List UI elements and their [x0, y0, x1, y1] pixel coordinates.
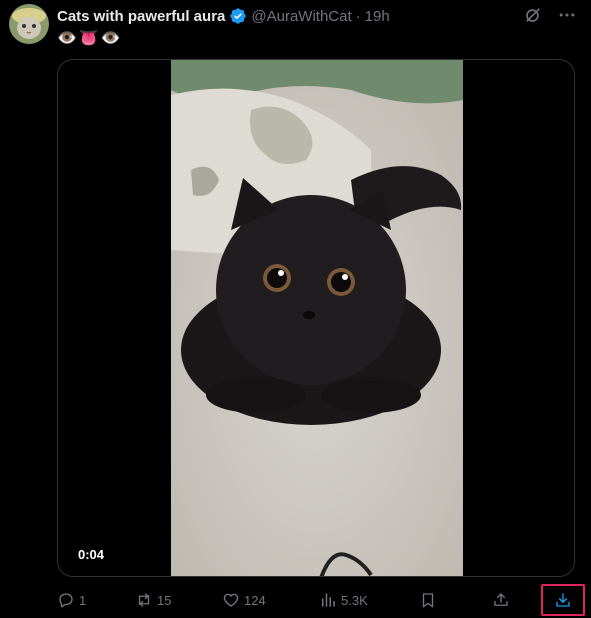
- bookmark-button[interactable]: [419, 585, 437, 615]
- repost-button[interactable]: 15: [135, 585, 171, 615]
- timestamp[interactable]: 19h: [365, 8, 390, 25]
- video-player[interactable]: 0:04: [57, 59, 575, 577]
- video-duration: 0:04: [78, 547, 105, 562]
- reply-count: 1: [79, 592, 87, 608]
- download-icon: [554, 591, 572, 609]
- views-icon: [319, 591, 337, 609]
- views-count: 5.3K: [341, 592, 368, 608]
- more-icon[interactable]: [557, 5, 577, 25]
- video-frame[interactable]: [171, 60, 463, 576]
- heart-icon: [222, 591, 240, 609]
- reply-button[interactable]: 1: [57, 585, 86, 615]
- verified-badge-icon[interactable]: [229, 7, 247, 25]
- views-button[interactable]: 5.3K: [319, 585, 368, 615]
- display-name[interactable]: Cats with pawerful aura: [57, 8, 225, 25]
- like-button[interactable]: 124: [222, 585, 266, 615]
- repost-count: 15: [157, 592, 172, 608]
- download-button[interactable]: [541, 584, 585, 616]
- separator-dot: ·: [355, 7, 361, 25]
- share-icon: [492, 591, 510, 609]
- top-actions: [523, 5, 577, 25]
- action-bar: 1 15 124 5.3K: [57, 584, 587, 616]
- avatar[interactable]: [9, 4, 49, 44]
- share-button[interactable]: [492, 585, 510, 615]
- user-handle[interactable]: @AuraWithCat: [251, 8, 351, 25]
- repost-icon: [135, 591, 153, 609]
- tweet-text: 👁️👅👁️: [57, 30, 123, 47]
- bookmark-icon: [419, 591, 437, 609]
- like-count: 124: [244, 592, 266, 608]
- reply-icon: [57, 591, 75, 609]
- grok-icon[interactable]: [523, 5, 543, 25]
- tweet-header: Cats with pawerful aura @AuraWithCat · 1…: [57, 6, 390, 26]
